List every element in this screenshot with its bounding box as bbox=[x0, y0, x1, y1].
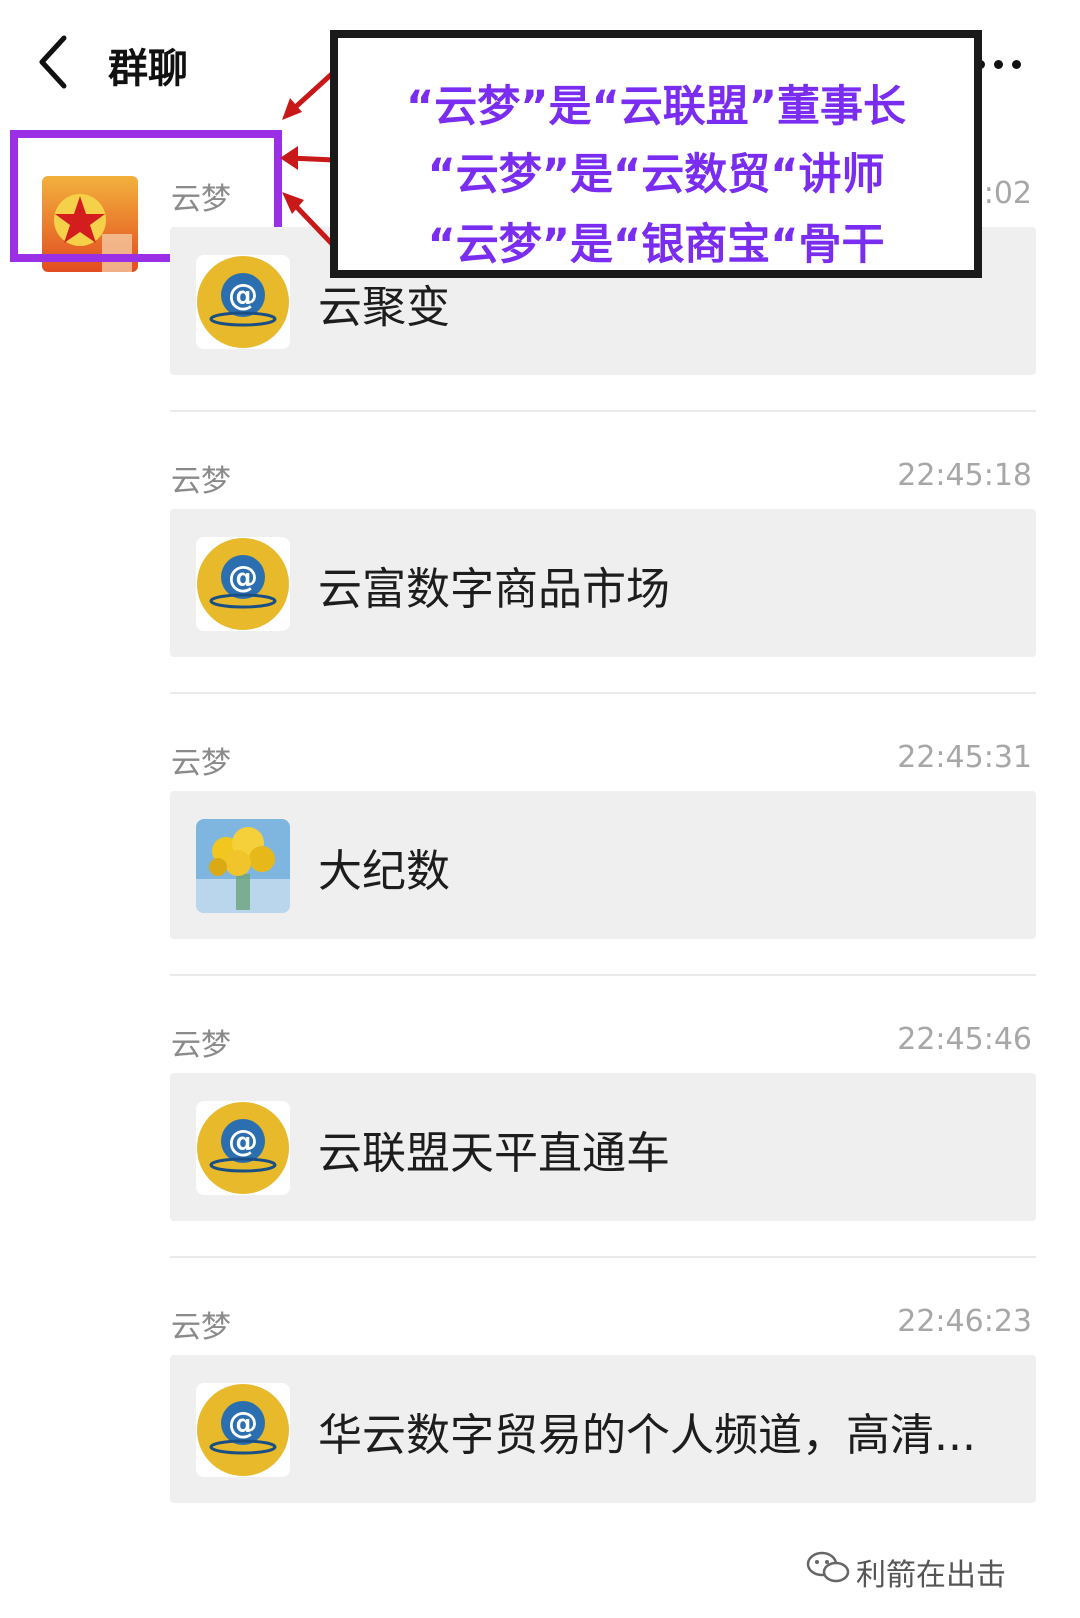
card-thumbnail: @ bbox=[196, 1383, 290, 1477]
card-thumbnail: @ bbox=[196, 537, 290, 631]
message-time: 22:45:31 bbox=[897, 740, 1032, 775]
sender-name: 云梦 bbox=[171, 182, 231, 217]
watermark-text: 利箭在出击 bbox=[856, 1558, 1006, 1593]
link-card[interactable]: @ 云联盟天平直通车 bbox=[170, 1073, 1036, 1221]
divider bbox=[170, 410, 1036, 412]
svg-text:@: @ bbox=[228, 560, 258, 595]
at-logo-icon: @ bbox=[197, 1384, 289, 1476]
card-thumbnail: @ bbox=[196, 1101, 290, 1195]
chevron-left-icon bbox=[39, 35, 67, 89]
card-title: 云聚变 bbox=[318, 282, 450, 333]
flower-photo-icon bbox=[196, 819, 290, 913]
back-button[interactable] bbox=[32, 32, 82, 92]
sender-name: 云梦 bbox=[171, 1310, 231, 1345]
card-title: 大纪数 bbox=[318, 846, 450, 897]
svg-text:@: @ bbox=[228, 1406, 258, 1441]
watermark: 利箭在出击 bbox=[806, 1548, 1046, 1593]
page-title: 群聊 bbox=[108, 46, 188, 92]
at-logo-icon: @ bbox=[197, 538, 289, 630]
message-time: 22:46:23 bbox=[897, 1304, 1032, 1339]
link-card[interactable]: @ 华云数字贸易的个人频道，高清... bbox=[170, 1355, 1036, 1503]
card-title: 云富数字商品市场 bbox=[318, 564, 670, 615]
divider bbox=[170, 692, 1036, 694]
svg-text:@: @ bbox=[228, 278, 258, 313]
svg-text:@: @ bbox=[228, 1124, 258, 1159]
link-card[interactable]: 大纪数 bbox=[170, 791, 1036, 939]
more-button[interactable] bbox=[976, 40, 1046, 80]
at-logo-icon: @ bbox=[197, 256, 289, 348]
message-time: 22:45:18 bbox=[897, 458, 1032, 493]
link-card[interactable]: @ 云富数字商品市场 bbox=[170, 509, 1036, 657]
wechat-icon bbox=[806, 1551, 850, 1583]
divider bbox=[170, 974, 1036, 976]
sender-name: 云梦 bbox=[171, 746, 231, 781]
annotation-callout: “云梦”是“云联盟”董事长 “云梦”是“云数贸“讲师 “云梦”是“银商宝“骨干 bbox=[330, 30, 982, 278]
callout-line: “云梦”是“云联盟”董事长 bbox=[405, 82, 907, 132]
message-time: 22:45:46 bbox=[897, 1022, 1032, 1057]
card-thumbnail: @ bbox=[196, 255, 290, 349]
divider bbox=[170, 1256, 1036, 1258]
callout-line: “云梦”是“云数贸“讲师 bbox=[427, 150, 885, 200]
callout-line: “云梦”是“银商宝“骨干 bbox=[427, 220, 885, 270]
card-title: 云联盟天平直通车 bbox=[318, 1128, 670, 1179]
at-logo-icon: @ bbox=[197, 1102, 289, 1194]
sender-name: 云梦 bbox=[171, 1028, 231, 1063]
sender-name: 云梦 bbox=[171, 464, 231, 499]
card-thumbnail bbox=[196, 819, 290, 913]
card-title: 华云数字贸易的个人频道，高清... bbox=[318, 1410, 976, 1461]
